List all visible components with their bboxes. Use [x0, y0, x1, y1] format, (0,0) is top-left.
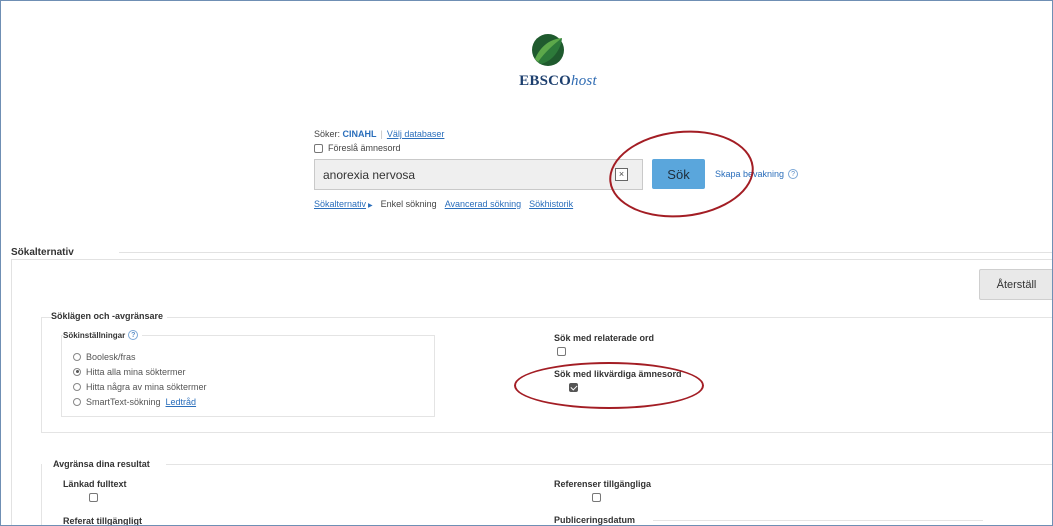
search-subnav: Sökalternativ ▶ Enkel sökning Avancerad s… — [314, 199, 573, 209]
linked-fulltext-checkbox[interactable] — [88, 493, 98, 502]
abstract-available-label: Referat tillgängligt — [63, 516, 143, 526]
search-options-link[interactable]: Sökalternativ — [314, 199, 366, 209]
radio-label: Boolesk/fras — [86, 351, 136, 362]
references-available-checkbox[interactable] — [592, 493, 602, 502]
logo-brand: EBSCO — [519, 73, 572, 89]
radio-button[interactable] — [73, 397, 81, 406]
advanced-search-link[interactable]: Avancerad sökning — [445, 199, 521, 209]
radio-any-terms[interactable]: Hitta några av mina söktermer — [73, 381, 207, 392]
radio-label: Hitta några av mina söktermer — [86, 381, 207, 392]
radio-smarttext[interactable]: SmartText-sökning Ledtråd — [73, 396, 207, 407]
suggest-subjects-label: Föreslå ämnesord — [328, 143, 401, 153]
divider — [653, 520, 983, 521]
suggest-subjects-checkbox[interactable] — [314, 143, 323, 153]
related-words-checkbox[interactable] — [557, 347, 566, 356]
divider — [119, 252, 1052, 253]
triangle-right-icon: ▶ — [368, 203, 373, 209]
choose-databases-link[interactable]: Välj databaser — [387, 129, 445, 139]
radio-button[interactable] — [73, 367, 81, 376]
reset-button[interactable]: Återställ — [979, 269, 1052, 300]
help-icon[interactable]: ? — [128, 330, 139, 340]
search-settings-label: Sökinställningar — [63, 330, 126, 340]
app-window: EBSCOhost Söker: CINAHL | Välj databaser F… — [0, 0, 1053, 526]
database-selector: Söker: CINAHL | Välj databaser — [314, 129, 445, 139]
radio-button[interactable] — [73, 382, 81, 391]
radio-label: SmartText-sökning — [86, 396, 161, 407]
limit-results-fieldset — [41, 464, 1052, 525]
radio-boolean[interactable]: Boolesk/fras — [73, 351, 207, 362]
publication-date-label: Publiceringsdatum — [554, 515, 636, 525]
search-settings-title: Sökinställningar ? — [63, 330, 143, 340]
search-box: × — [314, 159, 643, 190]
linked-fulltext-label: Länkad fulltext — [63, 479, 127, 489]
search-history-link[interactable]: Sökhistorik — [529, 199, 573, 209]
references-available-label: Referenser tillgängliga — [554, 479, 652, 489]
current-database: CINAHL — [342, 129, 377, 139]
radio-all-terms[interactable]: Hitta alla mina söktermer — [73, 366, 207, 377]
related-words-label: Sök med relaterade ord — [554, 333, 655, 343]
help-icon[interactable]: ? — [788, 169, 799, 179]
search-options-title: Sökalternativ — [11, 247, 74, 258]
radio-button[interactable] — [73, 352, 81, 361]
suggest-subjects-option[interactable]: Föreslå ämnesord — [314, 143, 401, 153]
annotation-circle-equivalent — [514, 362, 704, 409]
search-mode-radios: Boolesk/fras Hitta alla mina söktermer H… — [73, 351, 207, 407]
ebsco-logo-text: EBSCOhost — [508, 73, 608, 90]
ebsco-logo-icon — [532, 34, 564, 66]
simple-search-label: Enkel sökning — [380, 199, 437, 209]
search-modes-title: Söklägen och -avgränsare — [51, 311, 168, 321]
limit-results-title: Avgränsa dina resultat — [53, 459, 150, 469]
searching-label: Söker: — [314, 129, 341, 139]
radio-label: Hitta alla mina söktermer — [86, 366, 186, 377]
annotation-circle-search — [604, 123, 759, 225]
search-input[interactable] — [315, 160, 615, 189]
divider — [166, 464, 1052, 465]
hint-link[interactable]: Ledtråd — [166, 397, 197, 407]
logo-suffix: host — [571, 73, 597, 89]
